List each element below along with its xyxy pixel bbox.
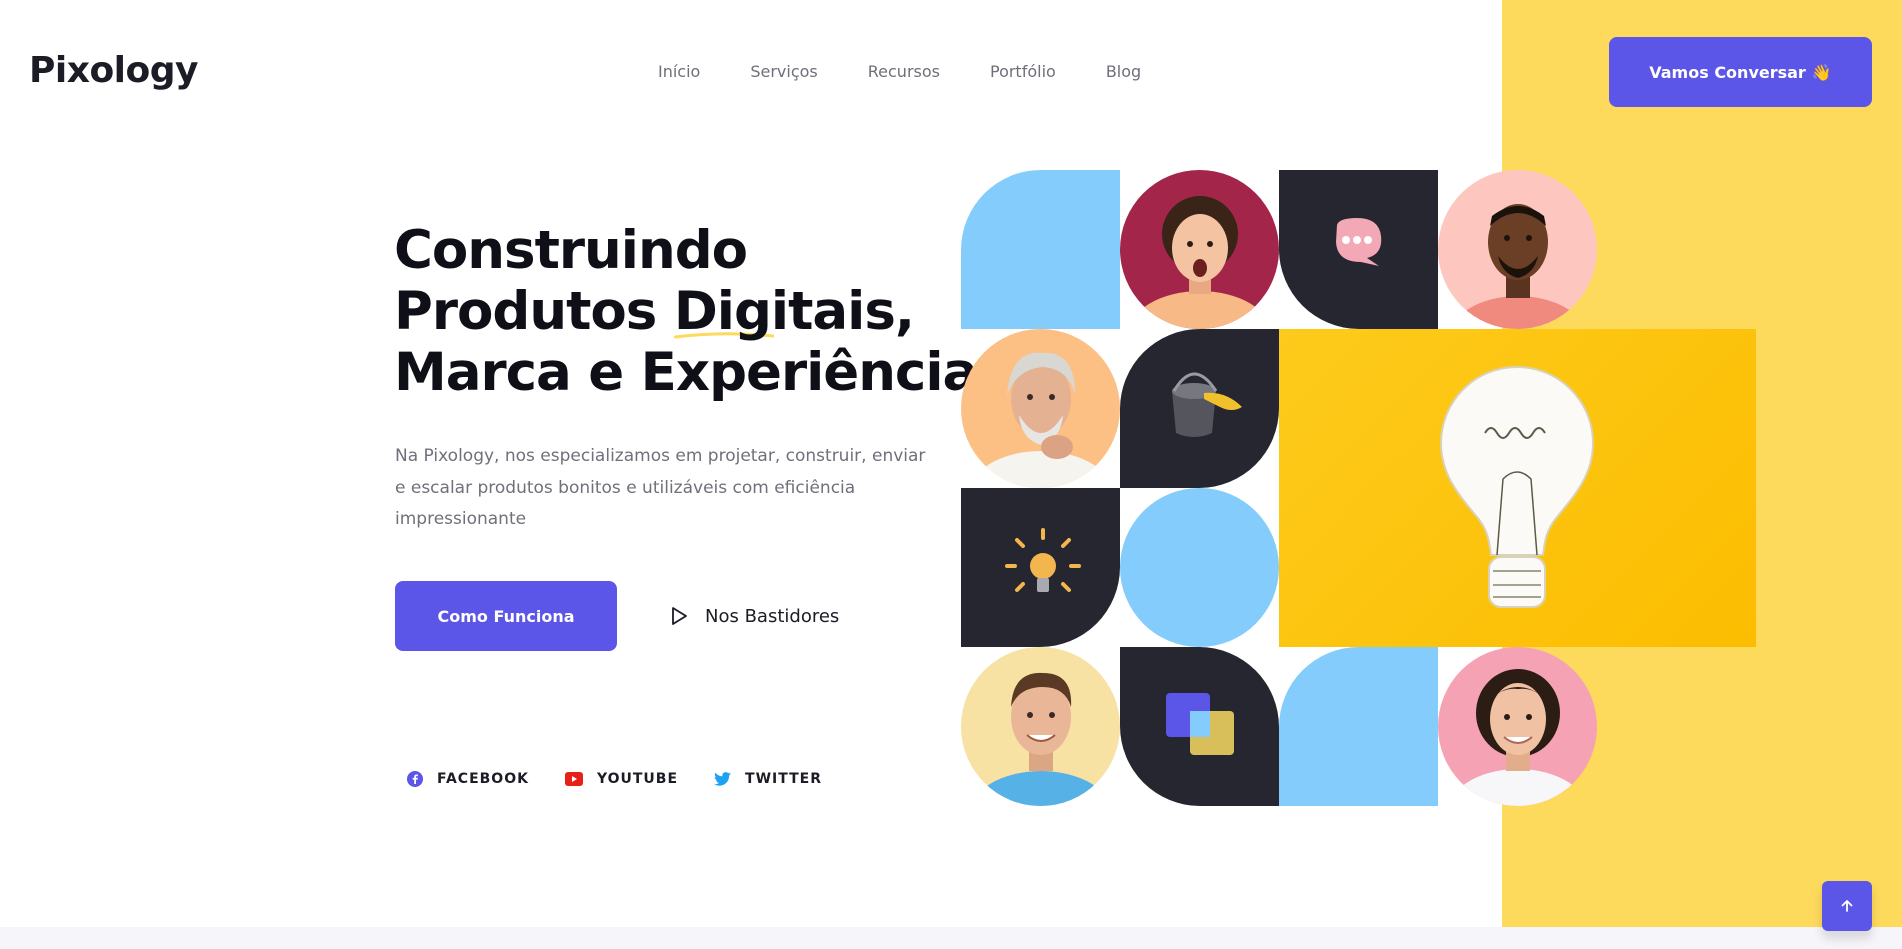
headline-highlight-text: Digitais — [673, 281, 896, 342]
headline-highlight: Digitais — [673, 281, 896, 342]
youtube-label: YOUTUBE — [596, 771, 679, 787]
nav-item-servicos[interactable]: Serviços — [750, 62, 817, 81]
how-it-works-button[interactable]: Como Funciona — [395, 581, 617, 651]
thinking-older-man-photo — [961, 329, 1120, 488]
blue-leaf-shape — [961, 170, 1120, 329]
waving-hand-icon: 👋 — [1811, 62, 1832, 82]
hero-headline: Construindo Produtos Digitais, Marca e E… — [394, 220, 978, 403]
social-link-facebook[interactable]: FACEBOOK — [407, 771, 529, 787]
arrow-up-icon — [1841, 900, 1853, 912]
chat-tile — [1279, 170, 1438, 329]
glowing-lightbulb-icon — [1005, 528, 1081, 592]
paint-bucket-icon — [1172, 372, 1242, 437]
paint-tile — [1120, 329, 1279, 488]
smiling-young-man-photo — [961, 647, 1120, 806]
main-nav: Início Serviços Recursos Portfólio Blog — [658, 62, 1191, 81]
twitter-icon — [714, 772, 731, 786]
twitter-label: TWITTER — [745, 771, 822, 787]
headline-line-2: Produtos Digitais, — [394, 281, 977, 342]
social-link-youtube[interactable]: YOUTUBE — [564, 771, 679, 787]
squares-tile — [1120, 647, 1279, 806]
headline-line-3: Marca e Experiência — [394, 342, 978, 403]
surprised-woman-photo — [1120, 170, 1279, 329]
hero-description: Na Pixology, nos especializamos em proje… — [395, 446, 926, 529]
blue-leaf-shape-2 — [1279, 647, 1438, 806]
behind-the-scenes-label: Nos Bastidores — [705, 605, 840, 627]
scroll-to-top-button[interactable] — [1822, 881, 1872, 931]
nav-item-blog[interactable]: Blog — [1106, 62, 1141, 81]
headline-line-2-start: Produtos — [394, 281, 674, 342]
overlapping-squares-icon — [1166, 693, 1234, 755]
idea-tile — [1279, 329, 1756, 647]
headline-line-2-end: , — [894, 281, 915, 342]
chat-bubble-icon — [1336, 218, 1382, 266]
behind-the-scenes-button[interactable]: Nos Bastidores — [669, 597, 839, 635]
nav-item-portfolio[interactable]: Portfólio — [990, 62, 1056, 81]
smiling-young-woman-photo — [1438, 647, 1597, 806]
lets-talk-button[interactable]: Vamos Conversar 👋 — [1609, 37, 1872, 107]
lets-talk-label: Vamos Conversar — [1649, 62, 1806, 82]
social-links: FACEBOOK YOUTUBE TWITTER — [407, 771, 858, 787]
hero-image-mosaic — [961, 170, 1756, 806]
nav-item-inicio[interactable]: Início — [658, 62, 700, 81]
social-link-twitter[interactable]: TWITTER — [714, 771, 822, 787]
nav-item-recursos[interactable]: Recursos — [868, 62, 940, 81]
blue-circle-shape — [1120, 488, 1279, 647]
play-icon — [672, 607, 687, 625]
logo[interactable]: Pixology — [29, 50, 199, 91]
smiling-man-photo — [1438, 170, 1597, 329]
youtube-icon — [564, 772, 583, 786]
section-divider — [0, 927, 1902, 949]
bulb-tile — [961, 488, 1120, 647]
idea-lightbulb-drawing — [1439, 365, 1595, 608]
headline-line-1: Construindo — [394, 220, 748, 281]
facebook-label: FACEBOOK — [437, 771, 529, 787]
facebook-icon — [407, 771, 423, 787]
